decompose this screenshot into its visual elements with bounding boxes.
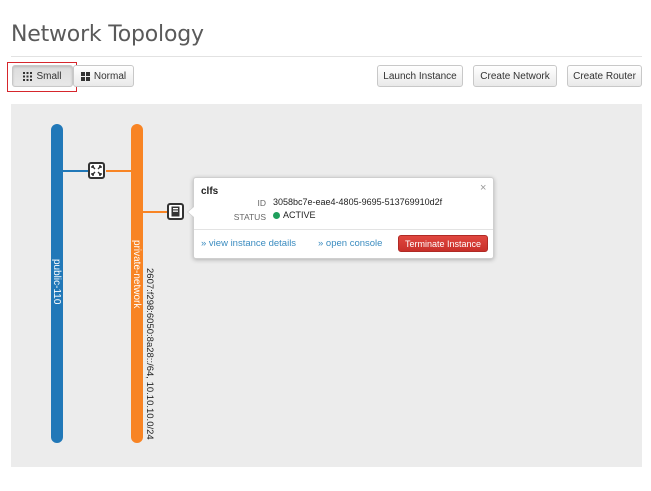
topology-canvas [11,104,642,467]
instance-status-value: ACTIVE [283,210,316,220]
network-name-private: private-network [131,240,142,309]
router-link-public [63,170,89,172]
small-view-label: Small [36,70,62,82]
instance-status-label: STATUS [233,212,266,222]
open-console-link[interactable]: » open console [318,238,382,249]
instance-link [143,211,168,213]
status-dot-icon [273,212,280,219]
instance-id-value: 3058bc7e-eae4-4805-9695-513769910d2f [273,197,443,207]
instance-name: clfs [201,186,219,197]
normal-view-button[interactable]: Normal [73,65,134,87]
launch-instance-button[interactable]: Launch Instance [377,65,463,87]
title-divider [11,56,642,57]
normal-view-label: Normal [93,70,127,82]
create-router-button[interactable]: Create Router [567,65,642,87]
page-title: Network Topology [11,22,204,47]
large-grid-icon [80,71,90,81]
view-instance-details-link[interactable]: » view instance details [201,238,296,249]
instance-popup: clfs × ID 3058bc7e-eae4-4805-9695-513769… [187,177,494,259]
network-cidr-private: 2607:f298:6050:8a28::/64, 10.10.10.0/24 [144,268,155,440]
instance-node[interactable] [167,203,184,220]
close-icon[interactable]: × [480,182,486,194]
router-node[interactable] [88,162,105,179]
terminate-instance-button[interactable]: Terminate Instance [398,235,488,252]
instance-id-label: ID [257,198,267,208]
router-link-private [106,170,131,172]
create-network-button[interactable]: Create Network [473,65,557,87]
small-view-button[interactable]: Small [12,65,73,87]
small-grid-icon [23,71,33,81]
network-name-public: public-110 [51,259,62,305]
server-icon [171,206,180,217]
popup-divider [194,229,493,230]
router-icon [91,165,102,176]
instance-status: ACTIVE [273,210,316,220]
